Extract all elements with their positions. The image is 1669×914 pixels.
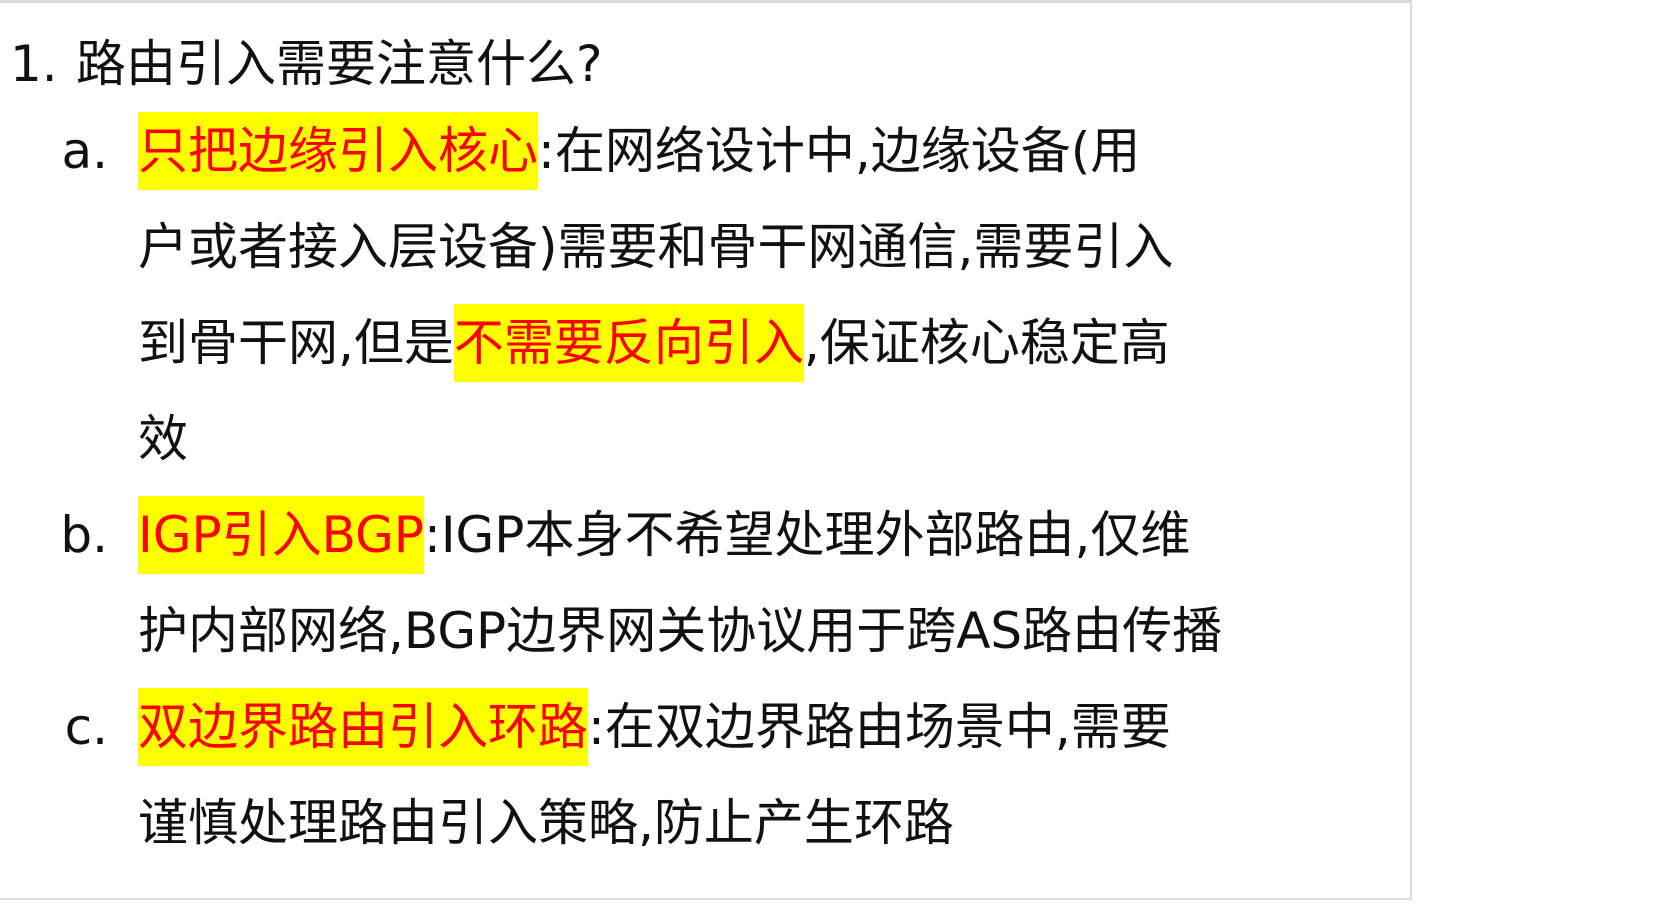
item-c-marker: c. bbox=[64, 698, 108, 756]
item-b-line-1-text: :IGP本身不希望处理外部路由,仅维 bbox=[423, 506, 1191, 564]
question-text: 路由引入需要注意什么? bbox=[76, 35, 603, 93]
item-a-line-4: 效 bbox=[138, 410, 188, 468]
question-number: 1. bbox=[10, 35, 58, 93]
item-a-line-2: 户或者接入层设备)需要和骨干网通信,需要引入 bbox=[138, 218, 1174, 276]
item-a-line-3-highlight: 不需要反向引入 bbox=[453, 304, 804, 382]
item-c-line-1: 双边界路由引入环路:在双边界路由场景中,需要 bbox=[138, 679, 1408, 775]
bottom-border bbox=[0, 898, 1412, 900]
document-page: 1. 路由引入需要注意什么? a. 只把边缘引入核心:在网络设计中,边缘设备(用 … bbox=[0, 0, 1669, 914]
question-heading: 1. 路由引入需要注意什么? bbox=[10, 30, 603, 98]
item-a-body: 只把边缘引入核心:在网络设计中,边缘设备(用 户或者接入层设备)需要和骨干网通信… bbox=[138, 103, 1408, 487]
item-a-line-3: 到骨干网,但是不需要反向引入,保证核心稳定高 bbox=[138, 295, 1408, 391]
item-a-line-1: 只把边缘引入核心:在网络设计中,边缘设备(用 bbox=[138, 103, 1408, 199]
item-a-marker: a. bbox=[61, 122, 108, 180]
item-c-body: 双边界路由引入环路:在双边界路由场景中,需要 谨慎处理路由引入策略,防止产生环路 bbox=[138, 679, 1408, 871]
item-b-marker: b. bbox=[60, 506, 108, 564]
top-border bbox=[0, 0, 1410, 3]
item-b-line-1: IGP引入BGP:IGP本身不希望处理外部路由,仅维 bbox=[138, 487, 1408, 583]
item-a-line-3-post: ,保证核心稳定高 bbox=[803, 314, 1170, 372]
item-b-line-2: 护内部网络,BGP边界网关协议用于跨AS路由传播 bbox=[138, 602, 1223, 660]
item-c-line-1-text: :在双边界路由场景中,需要 bbox=[588, 698, 1171, 756]
item-c-line-2: 谨慎处理路由引入策略,防止产生环路 bbox=[138, 794, 954, 852]
item-c-highlight: 双边界路由引入环路 bbox=[138, 688, 588, 766]
item-a-highlight: 只把边缘引入核心 bbox=[138, 112, 538, 190]
item-b-highlight: IGP引入BGP bbox=[138, 496, 424, 574]
item-a-line-3-pre: 到骨干网,但是 bbox=[138, 314, 454, 372]
right-border bbox=[1410, 0, 1412, 900]
item-b-body: IGP引入BGP:IGP本身不希望处理外部路由,仅维 护内部网络,BGP边界网关… bbox=[138, 487, 1408, 679]
item-a-line-1-text: :在网络设计中,边缘设备(用 bbox=[538, 122, 1141, 180]
